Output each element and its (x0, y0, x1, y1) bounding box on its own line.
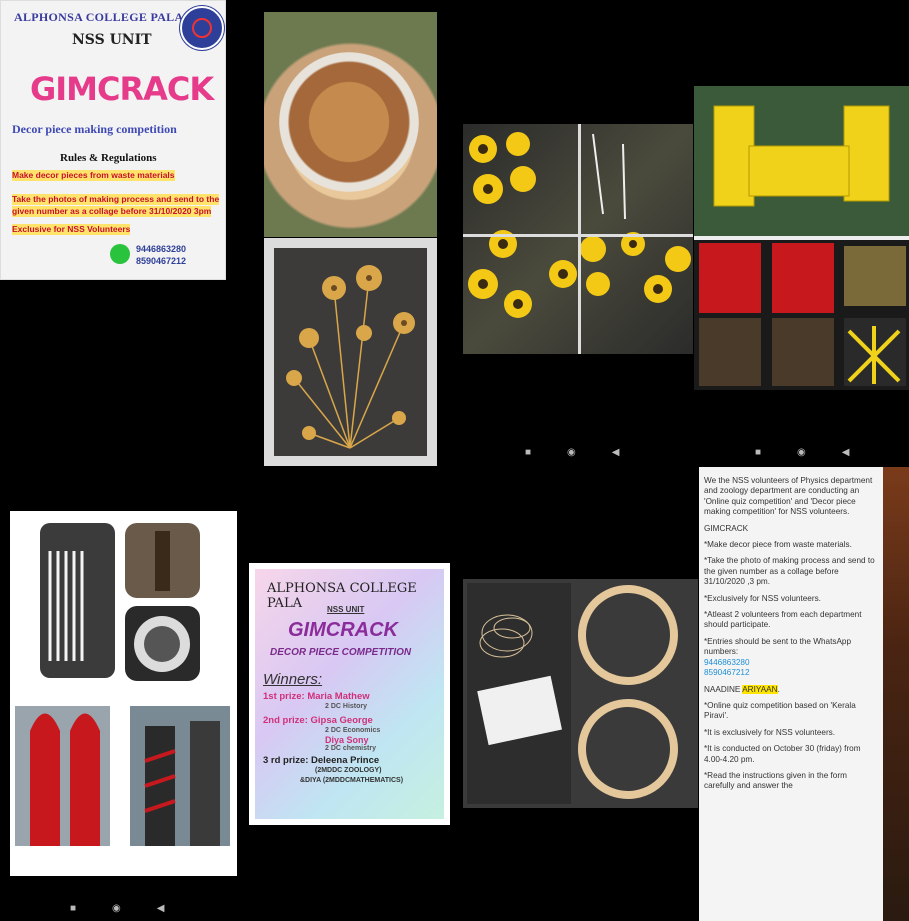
poster-college-title: ALPHONSA COLLEGE PALA (14, 10, 184, 24)
poster-rule: Exclusive for NSS Volunteers (12, 224, 131, 235)
jar-image (279, 52, 419, 192)
home-icon[interactable]: ◉ (567, 447, 576, 458)
home-icon[interactable]: ◉ (797, 447, 806, 458)
poster-unit: NSS UNIT (72, 32, 152, 48)
pistachio-shells-photo (264, 12, 437, 237)
ring-craft-icon (578, 585, 678, 685)
back-icon[interactable]: ◀ (157, 903, 165, 914)
poster-rule: Make decor pieces from waste materials (12, 170, 175, 181)
poster-subtitle: Decor piece making competition (12, 122, 177, 136)
poster-phone: 8590467212 (136, 256, 187, 266)
first-prize: 1st prize: Maria Mathew (263, 691, 370, 702)
house-ring-craft-photo (463, 579, 698, 808)
message-item: *Atleast 2 volunteers from each departme… (704, 610, 862, 630)
back-icon[interactable]: ◀ (612, 447, 620, 458)
poster2-event-name: GIMCRACK (288, 619, 398, 641)
home-icon[interactable]: ◉ (112, 903, 121, 914)
back-icon[interactable]: ◀ (842, 447, 850, 458)
android-nav-bar: ■ ◉ ◀ (755, 447, 849, 458)
cardboard-craft-collage-photo (694, 86, 909, 390)
signature-end: . (777, 684, 780, 694)
recent-apps-icon[interactable]: ■ (525, 447, 531, 458)
signature-first: NAADINE (704, 684, 743, 694)
android-nav-bar: ■ ◉ ◀ (70, 903, 164, 914)
nss-logo-icon (180, 6, 224, 50)
whatsapp-icon (110, 244, 130, 264)
sunflower-collage-photo (463, 124, 693, 354)
poster-rule: Take the photos of making process and se… (12, 194, 220, 205)
poster2-unit: NSS UNIT (327, 605, 365, 614)
sunflower-icon (463, 124, 693, 354)
phone-link[interactable]: 8590467212 (699, 668, 883, 678)
message-item: *It is exclusively for NSS volunteers. (704, 727, 836, 737)
second-prize-2-dept: 2 DC chemistry (325, 745, 376, 752)
ring-craft-icon (578, 699, 678, 799)
poster-rule: given number as a collage before 31/10/2… (12, 206, 212, 217)
craft-collage-icon (694, 86, 909, 386)
message-card: We the NSS volunteers of Physics departm… (699, 467, 883, 921)
message-item: *Entries should be sent to the WhatsApp … (704, 636, 852, 657)
poster2-winners-label: Winners: (263, 671, 323, 688)
message-item: *Make decor piece from waste materials. (704, 540, 852, 550)
materials-icon (477, 614, 562, 746)
poster-event-name: GIMCRACK (30, 70, 214, 108)
third-prize-dept: (2MDDC ZOOLOGY) (315, 767, 382, 774)
flower-drawing-icon (286, 265, 415, 449)
message-item: *Online quiz competition based on 'Keral… (704, 700, 856, 721)
android-nav-bar: ■ ◉ ◀ (525, 447, 619, 458)
bottle-craft-collage-photo (10, 511, 237, 876)
second-prize-2: Diya Sony (325, 735, 369, 745)
first-prize-dept: 2 DC History (325, 703, 368, 710)
recent-apps-icon[interactable]: ■ (755, 447, 761, 458)
message-signature: NAADINE ARIYAAN. (699, 684, 883, 695)
message-item: *It is conducted on October 30 (friday) … (704, 744, 861, 764)
winners-poster: ALPHONSA COLLEGE PALA NSS UNIT GIMCRACK … (249, 563, 450, 825)
bottle-craft-icon (15, 523, 230, 846)
art-board (274, 248, 427, 456)
recent-apps-icon[interactable]: ■ (70, 903, 76, 914)
message-item: *Exclusively for NSS volunteers. (704, 593, 821, 603)
poster2-subtitle: DECOR PIECE COMPETITION (270, 647, 412, 658)
partial-photo (883, 467, 909, 921)
signature-highlight: ARIYAAN (742, 684, 778, 694)
second-prize-dept: 2 DC Economics (325, 727, 381, 734)
poster-rules-title: Rules & Regulations (60, 152, 157, 164)
message-intro: We the NSS volunteers of Physics departm… (704, 476, 873, 517)
message-heading: GIMCRACK (704, 523, 749, 533)
third-prize: 3 rd prize: Deleena Prince (263, 755, 380, 766)
phone-link[interactable]: 9446863280 (699, 658, 883, 668)
gimcrack-poster: ALPHONSA COLLEGE PALA NSS UNIT GIMCRACK … (0, 0, 226, 280)
message-item: *Read the instructions given in the form… (704, 770, 847, 791)
materials-panel (467, 583, 571, 804)
shell-flower-art-photo (264, 238, 437, 466)
second-prize: 2nd prize: Gipsa George (263, 715, 373, 726)
poster-phone: 9446863280 (136, 244, 187, 254)
third-prize-2: &DIYA (2MDDCMATHEMATICS) (300, 777, 404, 784)
message-item: *Take the photo of making process and se… (704, 556, 875, 587)
